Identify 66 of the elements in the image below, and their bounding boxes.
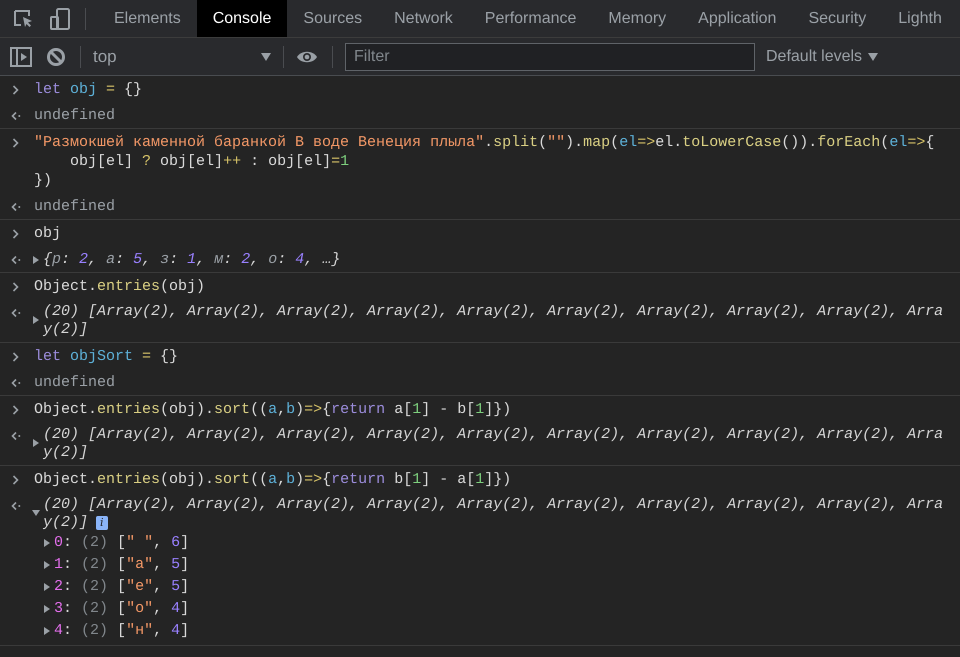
panel-tab[interactable]: Memory xyxy=(592,0,682,37)
prompt-chevron-icon xyxy=(11,405,21,415)
clear-console-icon[interactable] xyxy=(46,46,66,66)
array-entry: 2: (2) ["е", 5] xyxy=(54,577,190,597)
prompt-chevron-icon xyxy=(11,85,21,95)
result-arrow-icon xyxy=(11,202,21,212)
array-preview-line: (20) [Array(2), Array(2), Array(2), Array(2), Array(2), Array(2), Array(2), Array(2), Array(2), Arra xyxy=(43,496,944,514)
array-entry: 3: (2) ["о", 4] xyxy=(54,599,190,619)
result-arrow-icon xyxy=(11,431,21,441)
eye-icon[interactable] xyxy=(296,50,318,64)
array-entry: 0: (2) [" ", 6] xyxy=(54,533,190,553)
panel-tab[interactable]: Console xyxy=(196,0,288,37)
code-line: let obj = {} xyxy=(34,80,142,99)
caret-icon xyxy=(261,52,271,60)
context-selector[interactable]: top xyxy=(93,46,271,66)
code-line: Object.entries(obj).sort((a,b)=>{return b[1] - a[1]}) xyxy=(34,470,512,489)
expand-triangle-icon[interactable] xyxy=(32,316,40,324)
expand-triangle-icon[interactable] xyxy=(43,605,51,613)
result-arrow-icon xyxy=(11,255,21,265)
levels-dropdown[interactable]: Default levels xyxy=(766,48,878,66)
panel-tab[interactable]: Performance xyxy=(468,0,592,37)
code-line: }) xyxy=(34,171,54,190)
result-arrow-icon xyxy=(11,501,21,511)
code-line: obj xyxy=(34,224,62,243)
info-badge[interactable]: i xyxy=(96,516,108,530)
panel-tab[interactable]: Lighth xyxy=(882,0,958,37)
prompt-chevron-icon xyxy=(11,138,21,148)
prompt-chevron-icon xyxy=(11,282,21,292)
expand-triangle-icon[interactable] xyxy=(43,627,51,635)
code-line: Object.entries(obj) xyxy=(34,277,206,296)
panel-tab[interactable]: Network xyxy=(378,0,469,37)
panel-tab[interactable]: Security xyxy=(792,0,882,37)
array-preview-line: y(2)] xyxy=(43,444,88,462)
array-preview-line: y(2)] xyxy=(43,514,88,532)
sidebar-toggle-icon[interactable] xyxy=(10,46,32,66)
expand-triangle-icon[interactable] xyxy=(43,539,51,547)
code-line: let objSort = {} xyxy=(34,347,178,366)
array-preview-line: y(2)] xyxy=(43,321,88,339)
result-text: undefined xyxy=(34,197,116,216)
array-entry: 1: (2) ["а", 5] xyxy=(54,555,190,575)
caret-icon xyxy=(868,52,878,60)
panel-tab[interactable]: Sources xyxy=(287,0,378,37)
expand-triangle-icon[interactable] xyxy=(43,561,51,569)
device-toggle-icon[interactable] xyxy=(49,8,71,30)
array-entry: 4: (2) ["н", 4] xyxy=(54,621,190,641)
code-line: Object.entries(obj).sort((a,b)=>{return a[1] - b[1]}) xyxy=(34,400,512,419)
code-line: "Размокшей каменной баранкой В воде Венеция плыла".split("").map(el=>el.toLowerCase()).forEach(el=>{ xyxy=(34,133,934,152)
result-arrow-icon xyxy=(11,308,21,318)
expand-triangle-icon[interactable] xyxy=(43,583,51,591)
array-preview-line: (20) [Array(2), Array(2), Array(2), Array(2), Array(2), Array(2), Array(2), Array(2), Array(2), Arra xyxy=(43,426,944,444)
expand-triangle-icon[interactable] xyxy=(32,439,40,447)
code-line: obj[el] ? obj[el]++ : obj[el]=1 xyxy=(69,152,350,171)
prompt-chevron-icon xyxy=(11,475,21,485)
panel-tab[interactable]: Application xyxy=(682,0,792,37)
result-arrow-icon xyxy=(11,378,21,388)
filter-field[interactable]: Filter xyxy=(345,42,755,70)
result-text: undefined xyxy=(34,106,116,125)
object-preview: {р: 2, а: 5, з: 1, м: 2, о: 4, …} xyxy=(43,250,340,269)
prompt-chevron-icon xyxy=(11,352,21,362)
expand-triangle-icon[interactable] xyxy=(32,509,40,517)
result-text: undefined xyxy=(34,373,116,392)
expand-triangle-icon[interactable] xyxy=(32,256,40,264)
array-preview-line: (20) [Array(2), Array(2), Array(2), Array(2), Array(2), Array(2), Array(2), Array(2), Array(2), Arra xyxy=(43,303,944,321)
panel-tab[interactable]: Elements xyxy=(98,0,197,37)
prompt-chevron-icon xyxy=(11,229,21,239)
result-arrow-icon xyxy=(11,111,21,121)
